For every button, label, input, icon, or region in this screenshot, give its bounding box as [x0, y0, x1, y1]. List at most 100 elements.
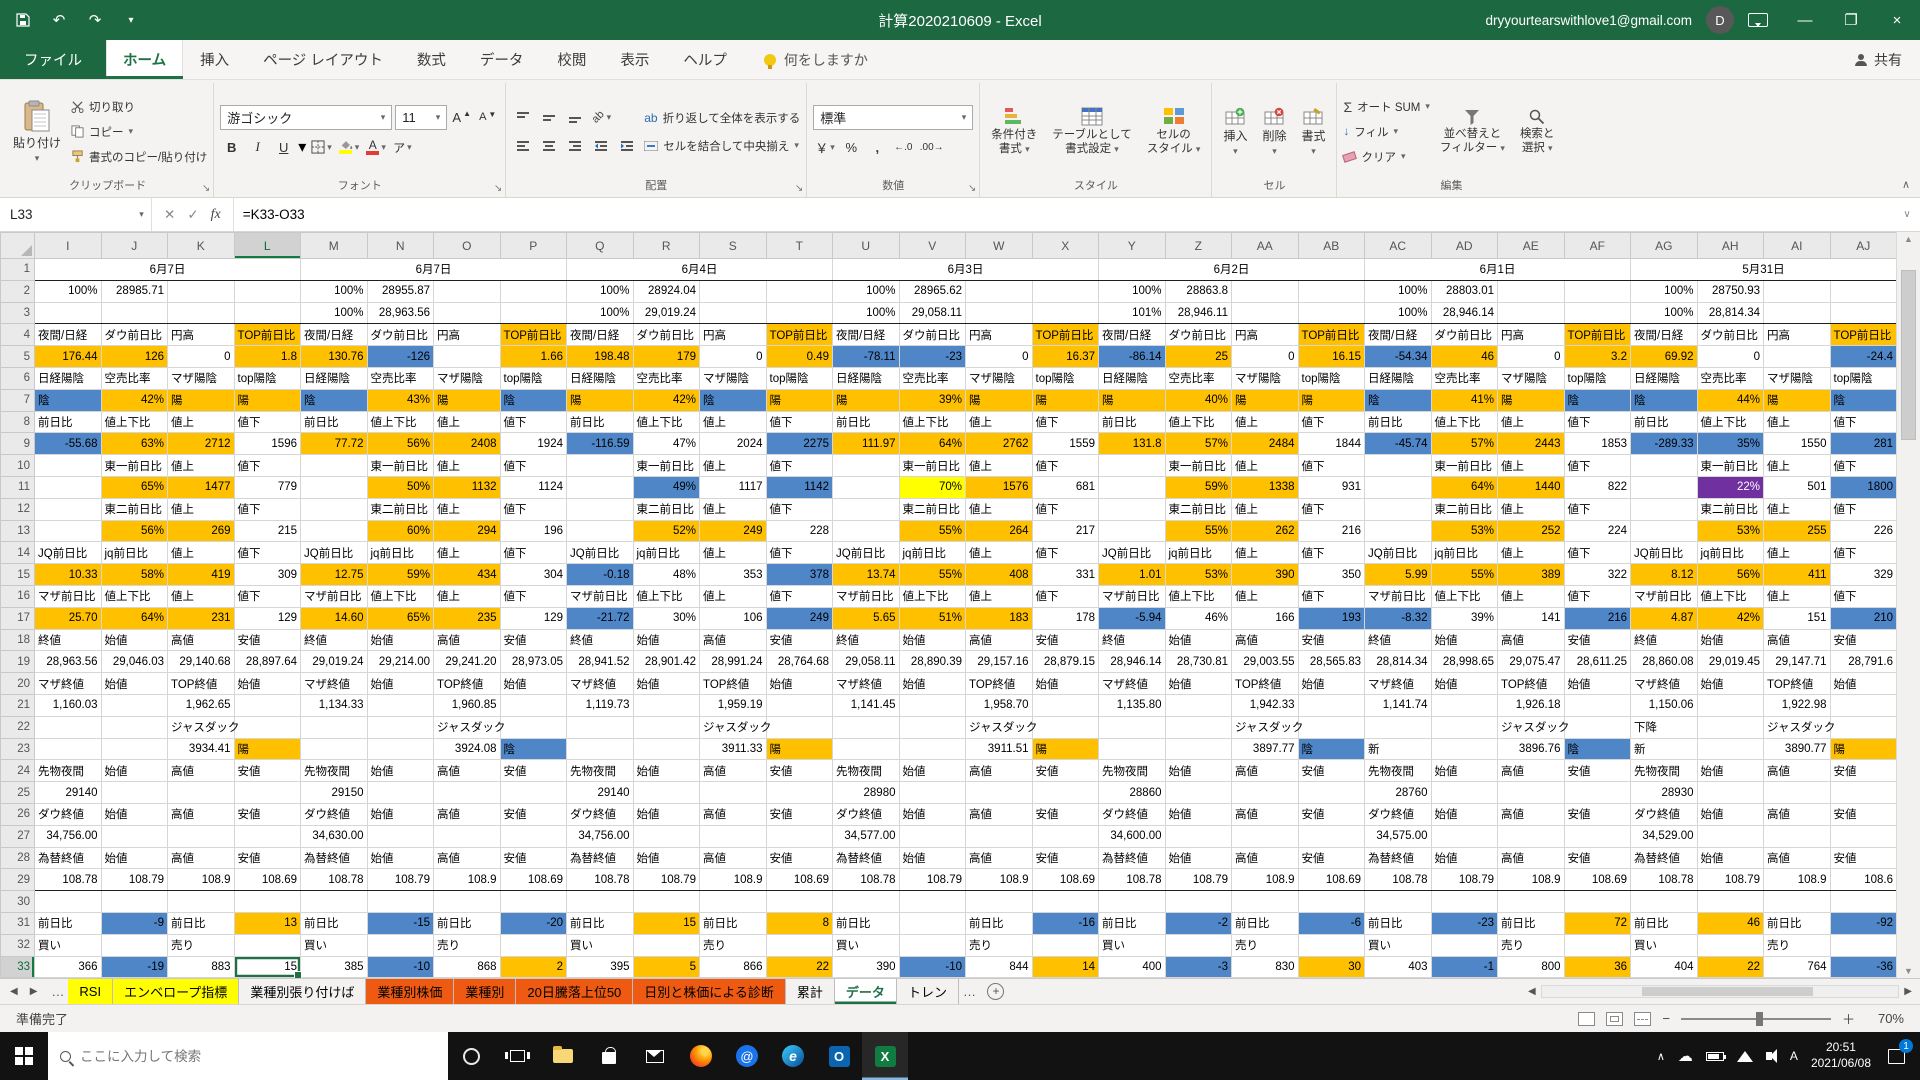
- cell-Q1[interactable]: 6月4日: [567, 259, 833, 281]
- orientation-icon[interactable]: ab▾: [590, 106, 613, 129]
- cell-R19[interactable]: 28,901.42: [633, 651, 700, 673]
- cell-AI16[interactable]: 値上: [1764, 585, 1831, 607]
- fill-color-button[interactable]: ▾: [337, 136, 362, 159]
- cell-L17[interactable]: 129: [234, 607, 301, 629]
- cell-M18[interactable]: 終値: [301, 629, 368, 651]
- cell-J11[interactable]: 65%: [101, 476, 168, 498]
- cell-R30[interactable]: [633, 891, 700, 913]
- cell-T21[interactable]: [766, 694, 833, 716]
- cell-AG17[interactable]: 4.87: [1631, 607, 1698, 629]
- cell-V9[interactable]: 64%: [899, 433, 966, 455]
- cell-AI3[interactable]: [1764, 302, 1831, 324]
- cell-AE10[interactable]: 値上: [1498, 455, 1565, 477]
- cell-AA24[interactable]: 高値: [1232, 760, 1299, 782]
- cell-AI7[interactable]: 陽: [1764, 389, 1831, 411]
- alignment-dialog-launcher[interactable]: ↘: [795, 184, 803, 194]
- cell-AE9[interactable]: 2443: [1498, 433, 1565, 455]
- tab-ファイル[interactable]: ファイル: [0, 40, 106, 79]
- cell-AH8[interactable]: 値上下比: [1697, 411, 1764, 433]
- cell-T4[interactable]: TOP前日比: [766, 324, 833, 346]
- cell-AH11[interactable]: 22%: [1697, 476, 1764, 498]
- cell-AC11[interactable]: [1365, 476, 1432, 498]
- cell-M4[interactable]: 夜間/日経: [301, 324, 368, 346]
- cell-styles-button[interactable]: セルのスタイル ▾: [1142, 85, 1206, 178]
- cell-AF15[interactable]: 322: [1564, 564, 1631, 586]
- cell-O33[interactable]: 868: [434, 956, 501, 978]
- row-header-4[interactable]: 4: [1, 324, 35, 346]
- sheet-tab-日別と株価による診断[interactable]: 日別と株価による診断: [633, 979, 786, 1004]
- cell-AA32[interactable]: 売り: [1232, 934, 1299, 956]
- cell-AF2[interactable]: [1564, 280, 1631, 302]
- cell-Z18[interactable]: 始値: [1165, 629, 1232, 651]
- cell-AG18[interactable]: 終値: [1631, 629, 1698, 651]
- cell-AF19[interactable]: 28,611.25: [1564, 651, 1631, 673]
- cell-AI27[interactable]: [1764, 825, 1831, 847]
- cell-X21[interactable]: [1032, 694, 1099, 716]
- bold-button[interactable]: B: [220, 136, 243, 159]
- cell-AD21[interactable]: [1431, 694, 1498, 716]
- cell-N3[interactable]: 28,963.56: [367, 302, 434, 324]
- cell-AG22[interactable]: 下降: [1631, 716, 1698, 738]
- cell-W3[interactable]: [966, 302, 1033, 324]
- cell-Y4[interactable]: 夜間/日経: [1099, 324, 1166, 346]
- cell-K15[interactable]: 419: [168, 564, 235, 586]
- cell-N14[interactable]: jq前日比: [367, 542, 434, 564]
- cell-Z28[interactable]: 始値: [1165, 847, 1232, 869]
- cell-AB12[interactable]: 値下: [1298, 498, 1365, 520]
- cell-O21[interactable]: 1,960.85: [434, 694, 501, 716]
- cell-L32[interactable]: [234, 934, 301, 956]
- cell-J12[interactable]: 東二前日比: [101, 498, 168, 520]
- cell-V22[interactable]: [899, 716, 966, 738]
- cell-S5[interactable]: 0: [700, 346, 767, 368]
- cell-W4[interactable]: 円高: [966, 324, 1033, 346]
- zoom-level[interactable]: 70%: [1866, 1011, 1904, 1026]
- cell-M23[interactable]: [301, 738, 368, 760]
- cell-M13[interactable]: [301, 520, 368, 542]
- cell-AI19[interactable]: 29,147.71: [1764, 651, 1831, 673]
- cell-AG1[interactable]: 5月31日: [1631, 259, 1897, 281]
- find-select-button[interactable]: 検索と選択 ▾: [1515, 85, 1560, 178]
- cell-AE20[interactable]: TOP終値: [1498, 673, 1565, 695]
- cell-S2[interactable]: [700, 280, 767, 302]
- cell-Y21[interactable]: 1,135.80: [1099, 694, 1166, 716]
- cell-P29[interactable]: 108.69: [500, 869, 567, 891]
- save-icon[interactable]: [14, 11, 32, 29]
- cell-X32[interactable]: [1032, 934, 1099, 956]
- cell-AD14[interactable]: jq前日比: [1431, 542, 1498, 564]
- cell-AF30[interactable]: [1564, 891, 1631, 913]
- cell-O22[interactable]: ジャスダック: [434, 716, 501, 738]
- outlook-icon[interactable]: O: [816, 1032, 862, 1080]
- cell-T6[interactable]: top陽陰: [766, 367, 833, 389]
- cell-AI22[interactable]: ジャスダック: [1764, 716, 1831, 738]
- cell-K8[interactable]: 値上: [168, 411, 235, 433]
- cell-M26[interactable]: ダウ終値: [301, 803, 368, 825]
- cell-AD19[interactable]: 28,998.65: [1431, 651, 1498, 673]
- cell-X27[interactable]: [1032, 825, 1099, 847]
- zoom-slider-thumb[interactable]: [1756, 1012, 1763, 1026]
- number-dialog-launcher[interactable]: ↘: [968, 184, 976, 194]
- zoom-slider[interactable]: [1681, 1018, 1831, 1020]
- cell-AG25[interactable]: 28930: [1631, 782, 1698, 804]
- cell-Y15[interactable]: 1.01: [1099, 564, 1166, 586]
- column-header-R[interactable]: R: [633, 233, 700, 259]
- cell-S28[interactable]: 高値: [700, 847, 767, 869]
- cell-AJ12[interactable]: 値下: [1830, 498, 1897, 520]
- cell-Z2[interactable]: 28863.8: [1165, 280, 1232, 302]
- cell-P12[interactable]: 値下: [500, 498, 567, 520]
- cell-AA31[interactable]: 前日比: [1232, 912, 1299, 934]
- cell-AA10[interactable]: 値上: [1232, 455, 1299, 477]
- cell-S26[interactable]: 高値: [700, 803, 767, 825]
- cell-V7[interactable]: 39%: [899, 389, 966, 411]
- cell-Y9[interactable]: 131.8: [1099, 433, 1166, 455]
- row-header-25[interactable]: 25: [1, 782, 35, 804]
- cell-AJ16[interactable]: 値下: [1830, 585, 1897, 607]
- cell-AA23[interactable]: 3897.77: [1232, 738, 1299, 760]
- cell-AD11[interactable]: 64%: [1431, 476, 1498, 498]
- cell-U8[interactable]: 前日比: [833, 411, 900, 433]
- cell-L8[interactable]: 値下: [234, 411, 301, 433]
- cell-U31[interactable]: 前日比: [833, 912, 900, 934]
- cell-O31[interactable]: 前日比: [434, 912, 501, 934]
- cell-X20[interactable]: 始値: [1032, 673, 1099, 695]
- cell-AA25[interactable]: [1232, 782, 1299, 804]
- cell-W29[interactable]: 108.9: [966, 869, 1033, 891]
